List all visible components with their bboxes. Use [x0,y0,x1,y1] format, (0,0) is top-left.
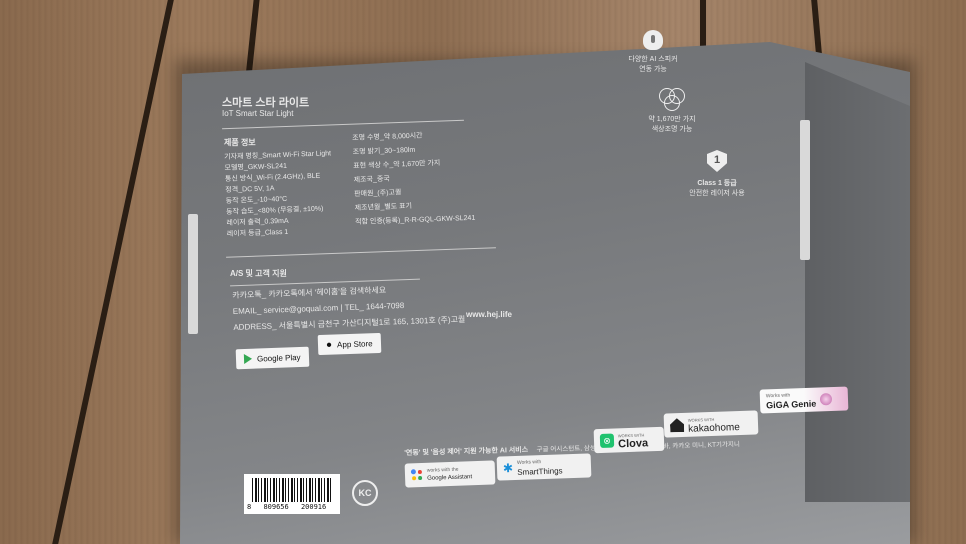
support-heading: A/S 및 고객 지원 [230,269,287,278]
feature-laser-class: 1 Class 1 등급 안전한 레이저 사용 [672,150,762,198]
barcode-bars [252,478,332,502]
clova-icon: ⊗ [599,433,615,449]
clova-badge: ⊗ WORKS WITH Clova [593,426,665,454]
smartthings-icon: ✱ [502,461,514,476]
feature-line: 다양한 AI 스피커 [628,56,678,63]
google-play-button[interactable]: Google Play [235,346,309,370]
app-store-label: App Store [336,338,373,349]
specs-heading: 제품 정보 [224,138,256,147]
barcode-digit-right: 200916 [300,503,327,511]
feature-line: 약 1,670만 가지 [648,116,696,123]
google-play-icon [243,353,253,364]
giga-genie-badge: Works with GiGA Genie [759,386,849,414]
badge-label: GiGA Genie [765,398,817,411]
smartthings-badge: ✱ Works with SmartThings [496,453,592,481]
kakao-home-badge: WORKS WITH kakaohome [663,410,759,438]
product-title-en: IoT Smart Star Light [222,109,294,118]
barcode-digit-left: 8 [247,503,252,511]
google-assistant-badge: works with the Google Assistant [404,460,496,488]
barcode-digit-mid: 809656 [263,503,289,511]
kakao-home-icon [670,418,684,432]
badge-label: Google Assistant [427,474,473,482]
kc-cert-mark: KC [352,480,378,506]
badge-label: SmartThings [517,466,563,477]
website: www.hej.life [466,310,512,319]
app-store-button[interactable]: ● App Store [317,332,381,356]
google-assistant-icon [410,469,423,481]
shield-badge-number: 1 [713,154,721,166]
barcode-digits: 8 809656 200916 [247,503,326,511]
shield-class1-icon: 1 [707,150,727,172]
box-tab-left [188,214,198,334]
google-play-label: Google Play [256,352,301,364]
giga-genie-icon [819,393,833,406]
specs-left: 기자재 명칭_Smart Wi-Fi Star Light 모델명_GKW-SL… [224,148,334,240]
feature-ai-speaker: 다양한 AI 스피커 연동 가능 [618,30,688,74]
feature-line: 안전한 레이저 사용 [689,190,745,197]
barcode: 8 809656 200916 [244,474,340,514]
product-title-ko: 스마트 스타 라이트 [222,97,310,109]
feature-colors: 약 1,670만 가지 색상조명 가능 [632,88,712,134]
color-circles-icon [659,88,685,111]
apple-icon: ● [325,339,333,351]
badge-label: kakaohome [687,421,741,435]
box-tab-right [800,120,810,260]
box-right-side [805,62,910,502]
badge-label: Clova [617,437,649,451]
microphone-icon [643,30,663,50]
specs-right: 조명 수명_약 8,000시간 조명 밝기_30~180lm 표현 색상 수_약… [352,128,476,230]
feature-line: 연동 가능 [639,66,667,73]
support-lines: 카카오톡_ 카카오톡에서 '헤이홈'을 검색하세요 EMAIL_ service… [232,280,466,336]
kc-cert-label: KC [358,488,372,498]
feature-line: 색상조명 가능 [651,126,693,133]
feature-line: Class 1 등급 [697,180,737,187]
